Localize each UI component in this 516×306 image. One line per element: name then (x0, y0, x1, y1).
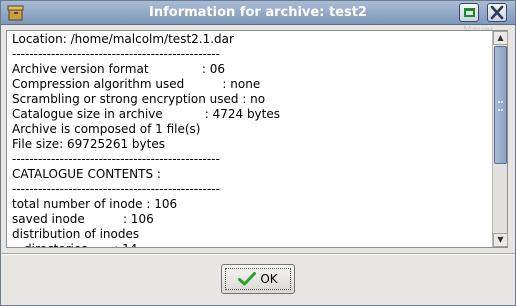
report-line: ----------------------------------------… (12, 47, 220, 61)
report-line: Archive is composed of 1 file(s) (12, 122, 201, 136)
report-line: Compression algorithm used : none (12, 77, 261, 91)
report-line: Location: /home/malcolm/test2.1.dar (12, 32, 234, 46)
archive-info-textview[interactable]: Location: /home/malcolm/test2.1.dar -----… (6, 30, 508, 248)
report-line: File size: 69725261 bytes (12, 137, 165, 151)
report-line: total number of inode : 106 (12, 197, 178, 211)
grip-icon (498, 101, 503, 111)
report-line: Catalogue size in archive : 4724 bytes (12, 107, 280, 121)
ok-button[interactable]: OK (221, 264, 295, 294)
ok-label: OK (260, 272, 278, 286)
report-line: ----------------------------------------… (12, 182, 220, 196)
separator (1, 253, 515, 255)
close-icon (490, 5, 504, 20)
report-line: CATALOGUE CONTENTS : (12, 167, 161, 181)
report-line: distribution of inodes (12, 227, 140, 241)
archive-info-dialog: Information for archive: test2 Mayer Loc… (0, 0, 516, 306)
scroll-down-arrow-icon[interactable]: ▼ (493, 233, 508, 247)
scroll-thumb[interactable] (494, 46, 507, 164)
maximize-button[interactable] (459, 3, 479, 22)
report-line: Archive version format : 06 (12, 62, 226, 76)
report-line: saved inode : 106 (12, 212, 154, 226)
report-line: Scrambling or strong encryption used : n… (12, 92, 266, 106)
vertical-scrollbar[interactable]: ▲ ▼ (492, 31, 508, 247)
check-icon (238, 272, 257, 286)
report-line: ----------------------------------------… (12, 152, 220, 166)
scroll-up-arrow-icon[interactable]: ▲ (493, 31, 508, 45)
title-bar[interactable]: Information for archive: test2 (1, 1, 515, 25)
window-title: Information for archive: test2 (149, 5, 367, 20)
close-button[interactable] (487, 3, 507, 22)
report-text[interactable]: Location: /home/malcolm/test2.1.dar -----… (7, 31, 491, 247)
ok-button-focus: OK (225, 268, 291, 290)
report-line: - directories : 14 (12, 242, 491, 247)
maximize-icon (464, 8, 475, 17)
